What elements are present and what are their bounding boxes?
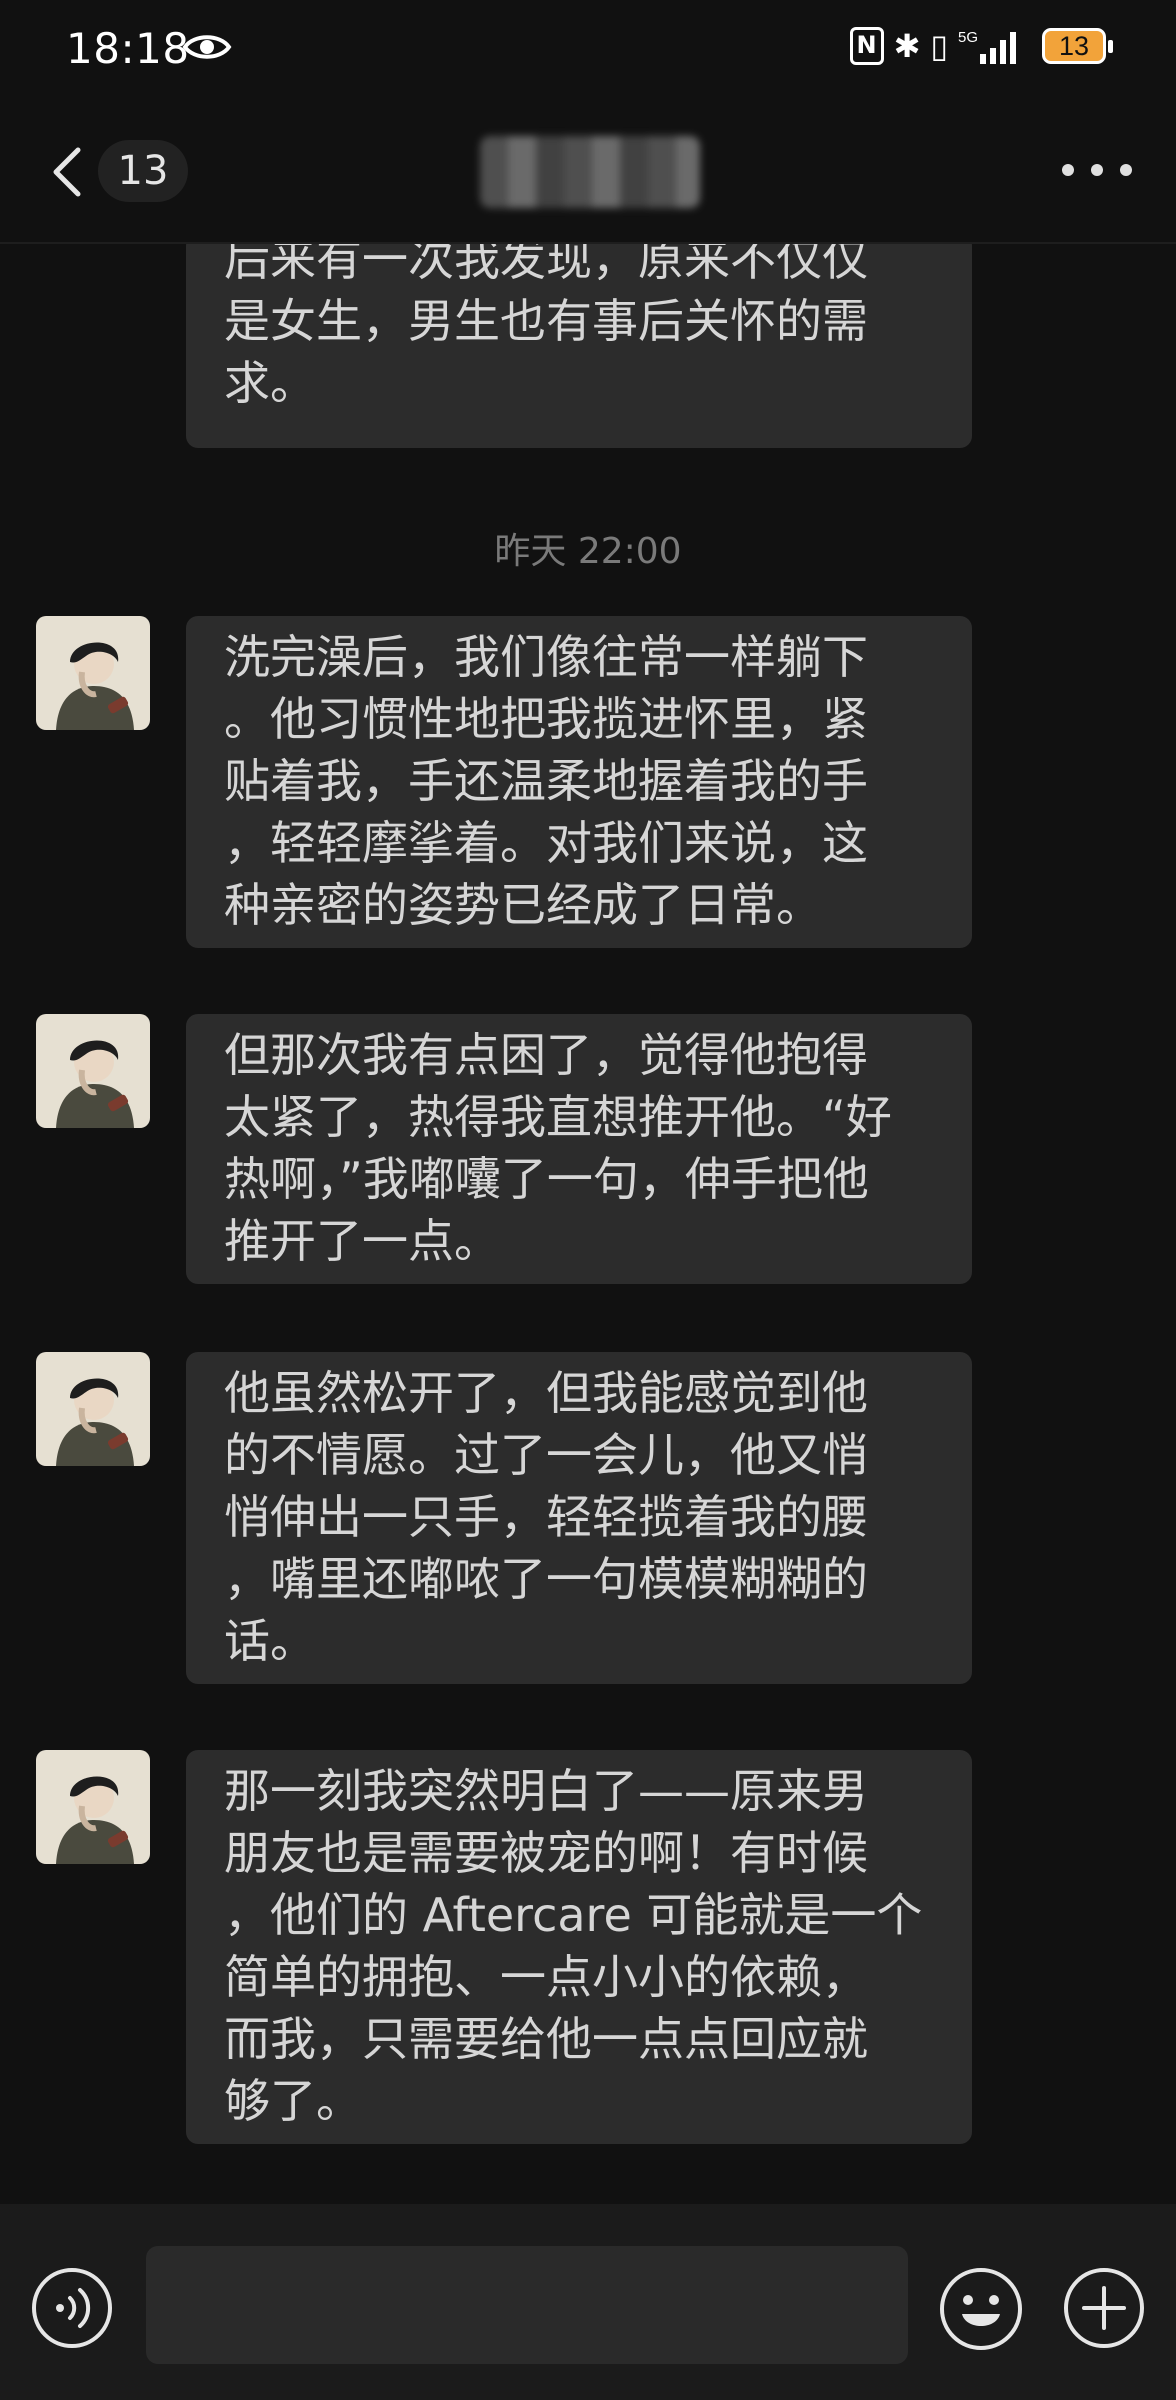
message-line: 求。 <box>224 356 316 410</box>
avatar[interactable] <box>36 616 150 730</box>
chat-message-list[interactable]: 后来有一次我发现，原来不仅仅 是女生，男生也有事后关怀的需 求。 昨天 22:0… <box>0 244 1176 2204</box>
back-chevron-icon[interactable] <box>48 144 88 200</box>
nfc-icon: N <box>849 27 884 65</box>
emoji-icon[interactable] <box>938 2266 1024 2352</box>
chat-title-blurred <box>480 136 700 208</box>
eye-icon <box>182 35 232 59</box>
avatar[interactable] <box>36 1750 150 1864</box>
message-timestamp: 昨天 22:00 <box>494 531 682 572</box>
network-label: 5G <box>958 29 978 46</box>
message-bubble[interactable]: 洗完澡后，我们像往常一样躺下 。他习惯性地把我揽进怀里，紧 贴着我，手还温柔地握… <box>186 616 972 948</box>
unread-count-badge[interactable]: 13 <box>98 140 188 202</box>
signal-icon: 5G <box>958 29 1016 64</box>
message-line: ，嘴里还嘟哝了一句模模糊糊的 <box>224 1552 868 1606</box>
message-line: 推开了一点。 <box>224 1214 500 1268</box>
message-line: 种亲密的姿势已经成了日常。 <box>224 878 822 932</box>
message-line: 热啊，”我嘟囔了一句，伸手把他 <box>224 1152 869 1206</box>
message-line: 是女生，男生也有事后关怀的需 <box>224 294 868 348</box>
message-line: 而我，只需要给他一点点回应就 <box>224 2012 868 2066</box>
status-bar: 18:18 N ✱ ▯ 5G 13 <box>0 0 1176 100</box>
avatar[interactable] <box>36 1352 150 1466</box>
message-line: 。他习惯性地把我揽进怀里，紧 <box>224 692 868 746</box>
message-bubble[interactable]: 但那次我有点困了，觉得他抱得 太紧了，热得我直想推开他。“好 热啊，”我嘟囔了一… <box>186 1014 972 1284</box>
message-line: 洗完澡后，我们像往常一样躺下 <box>224 630 868 684</box>
message-line: 的不情愿。过了一会儿，他又悄 <box>224 1428 868 1482</box>
battery-icon: 13 <box>1042 28 1113 64</box>
message-bubble[interactable]: 后来有一次我发现，原来不仅仅 是女生，男生也有事后关怀的需 求。 <box>186 244 972 448</box>
message-line: 简单的拥抱、一点小小的依赖， <box>224 1950 868 2004</box>
more-dots-icon[interactable] <box>1062 160 1132 180</box>
message-line: 贴着我，手还温柔地握着我的手 <box>224 754 868 808</box>
voice-icon[interactable] <box>30 2266 114 2350</box>
input-bar <box>0 2204 1176 2400</box>
message-bubble[interactable]: 他虽然松开了，但我能感觉到他 的不情愿。过了一会儿，他又悄 悄伸出一只手，轻轻揽… <box>186 1352 972 1684</box>
message-line: 他虽然松开了，但我能感觉到他 <box>224 1366 868 1420</box>
message-line: 够了。 <box>224 2074 362 2128</box>
message-line: 话。 <box>224 1614 316 1668</box>
status-icons: N ✱ ▯ 5G 13 <box>849 26 1113 66</box>
message-input[interactable] <box>146 2246 908 2364</box>
message-bubble[interactable]: 那一刻我突然明白了——原来男 朋友也是需要被宠的啊！有时候 ，他们的 After… <box>186 1750 972 2144</box>
message-line: ，他们的 Aftercare 可能就是一个 <box>224 1888 923 1942</box>
vibrate-icon: ▯ <box>930 27 948 65</box>
message-line: 悄伸出一只手，轻轻揽着我的腰 <box>224 1490 868 1544</box>
avatar[interactable] <box>36 1014 150 1128</box>
status-time: 18:18 <box>66 24 190 73</box>
bluetooth-icon: ✱ <box>893 27 921 65</box>
message-line: 但那次我有点困了，觉得他抱得 <box>224 1028 868 1082</box>
message-line: 那一刻我突然明白了——原来男 <box>224 1764 868 1818</box>
message-line: ，轻轻摩挲着。对我们来说，这 <box>224 816 868 870</box>
battery-level: 13 <box>1058 31 1090 61</box>
message-line: 太紧了，热得我直想推开他。“好 <box>224 1090 892 1144</box>
message-line: 朋友也是需要被宠的啊！有时候 <box>224 1826 868 1880</box>
chat-header: 13 <box>0 100 1176 244</box>
message-line: 后来有一次我发现，原来不仅仅 <box>224 244 868 286</box>
plus-icon[interactable] <box>1062 2266 1146 2350</box>
